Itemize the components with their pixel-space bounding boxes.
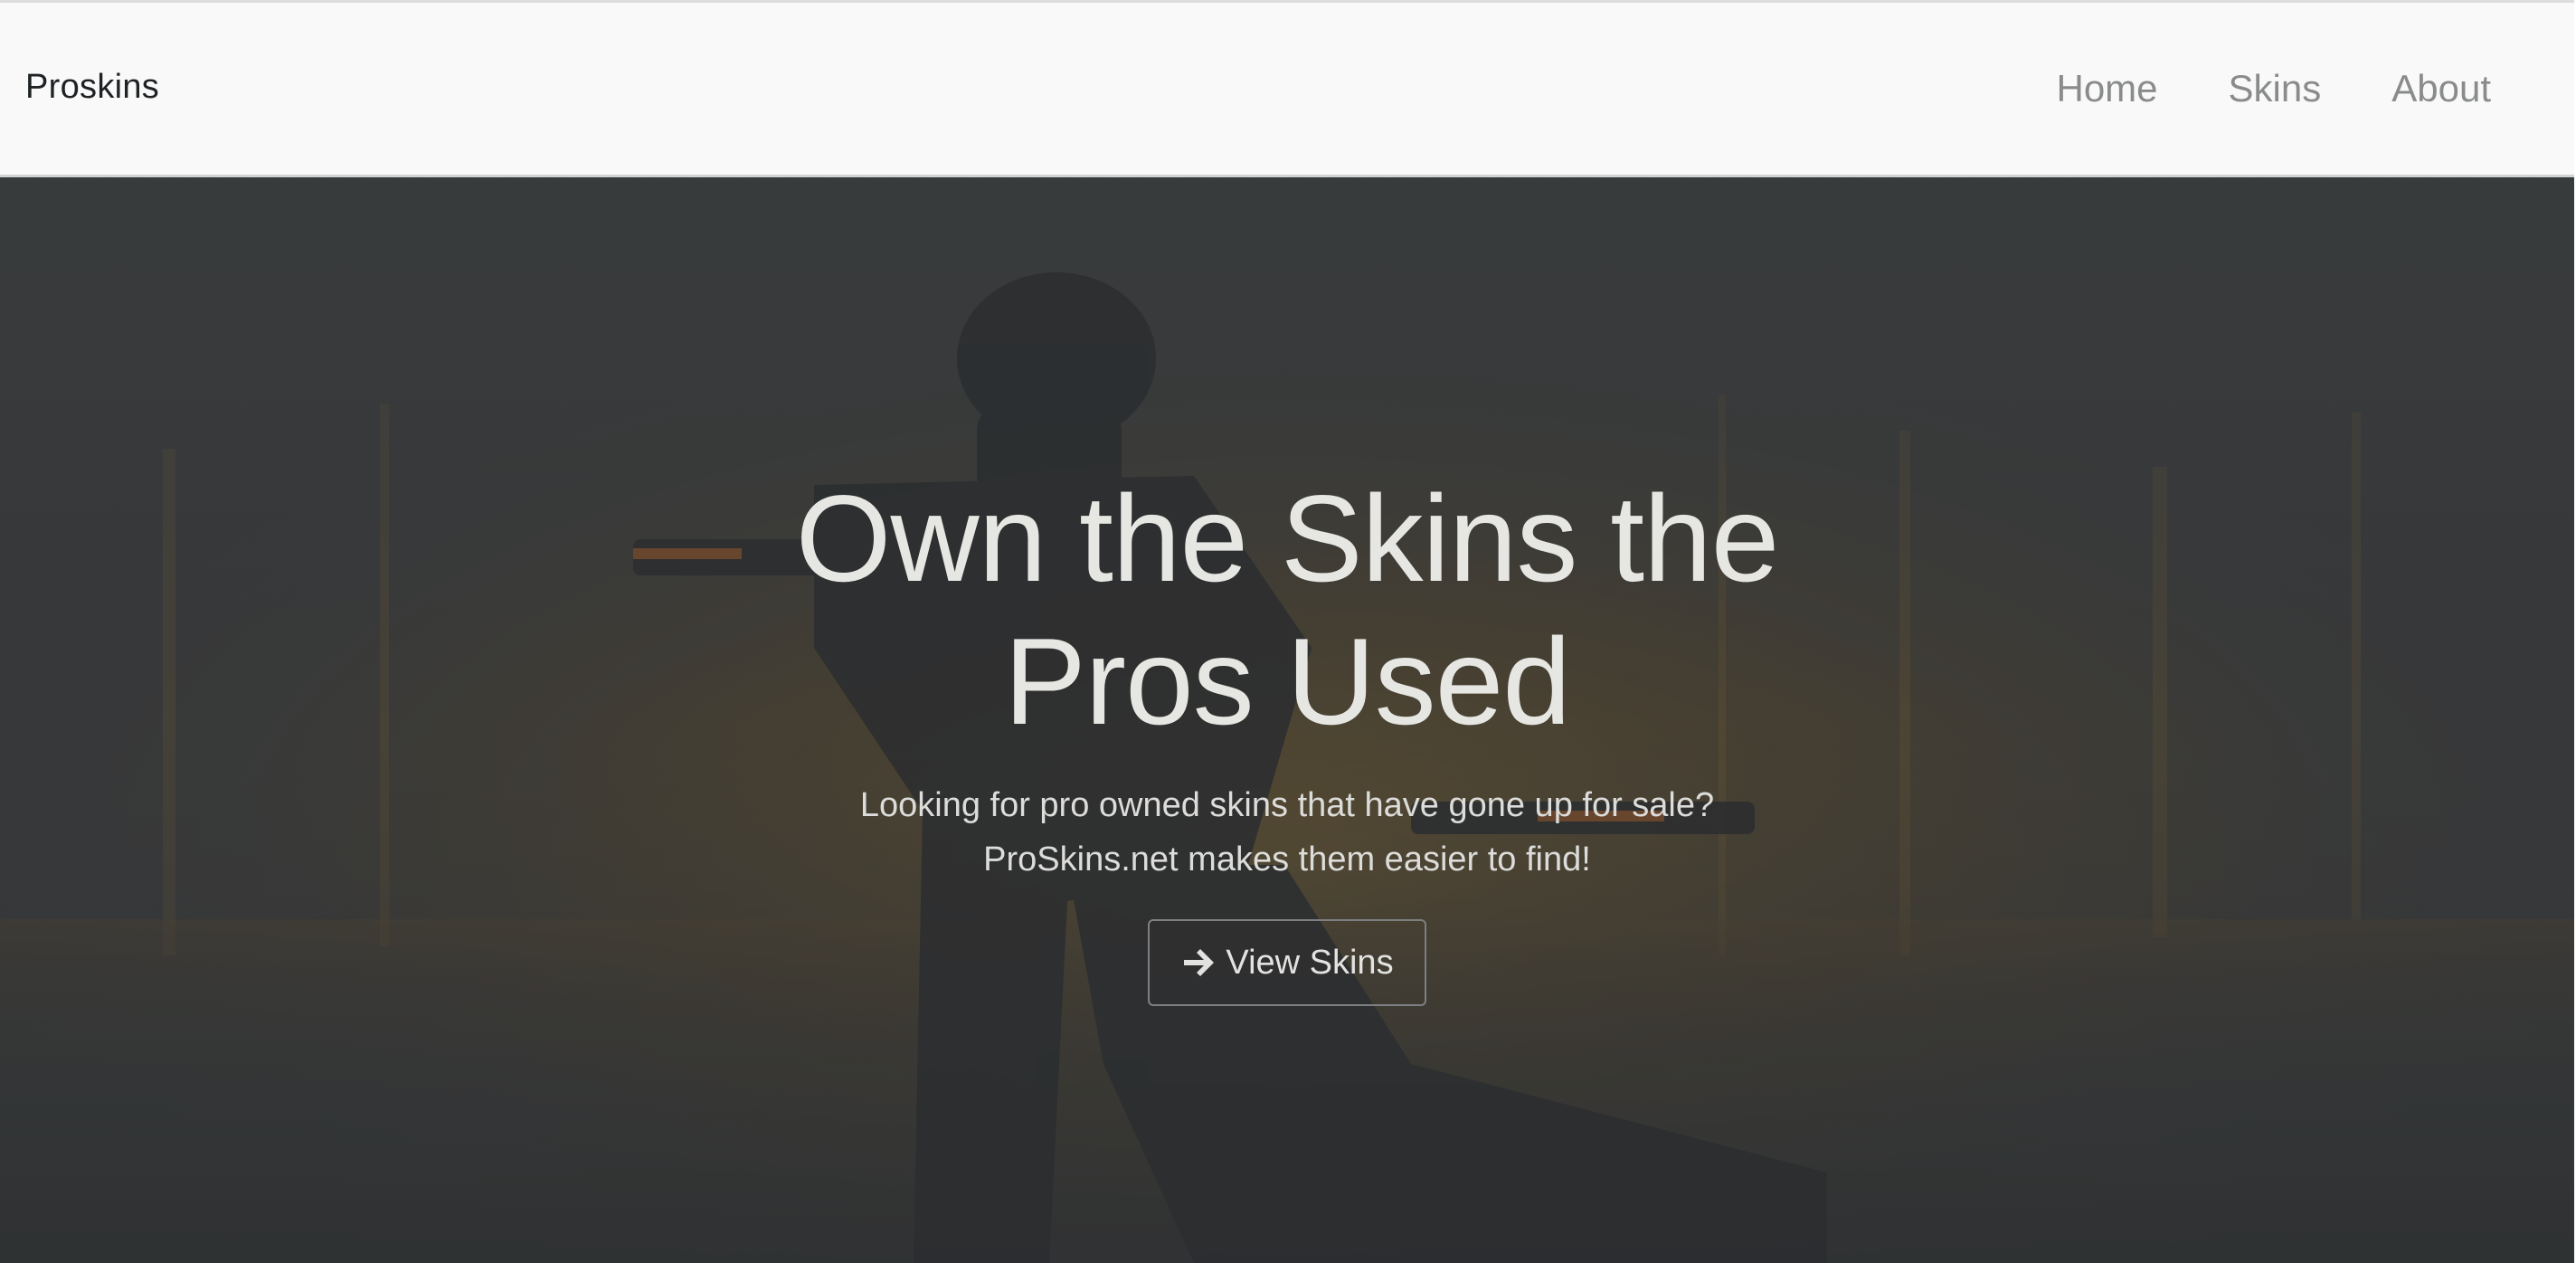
brand-logo-link[interactable]: Proskins bbox=[25, 68, 159, 107]
arrow-right-icon bbox=[1184, 949, 1215, 976]
view-skins-button[interactable]: View Skins bbox=[1148, 919, 1426, 1006]
page: Proskins Home Skins About Own the Skins … bbox=[0, 0, 2576, 1263]
hero-section: Own the Skins the Pros Used Looking for … bbox=[0, 177, 2574, 1263]
view-skins-label: View Skins bbox=[1226, 943, 1394, 982]
hero-title-line-2: Pros Used bbox=[1004, 613, 1571, 750]
nav-link-about[interactable]: About bbox=[2391, 70, 2491, 108]
nav-link-home[interactable]: Home bbox=[2056, 70, 2157, 108]
nav-links: Home Skins About bbox=[2056, 70, 2491, 108]
hero-title: Own the Skins the Pros Used bbox=[0, 467, 2574, 753]
nav-link-skins[interactable]: Skins bbox=[2229, 70, 2322, 108]
hero-title-line-1: Own the Skins the bbox=[795, 470, 1780, 607]
hero-subtitle-line-1: Looking for pro owned skins that have go… bbox=[859, 786, 1715, 824]
hero-subtitle-line-2: ProSkins.net makes them easier to find! bbox=[983, 840, 1591, 878]
hero-content: Own the Skins the Pros Used Looking for … bbox=[0, 467, 2574, 1006]
hero-subtitle: Looking for pro owned skins that have go… bbox=[0, 778, 2574, 887]
top-navbar: Proskins Home Skins About bbox=[0, 0, 2574, 177]
